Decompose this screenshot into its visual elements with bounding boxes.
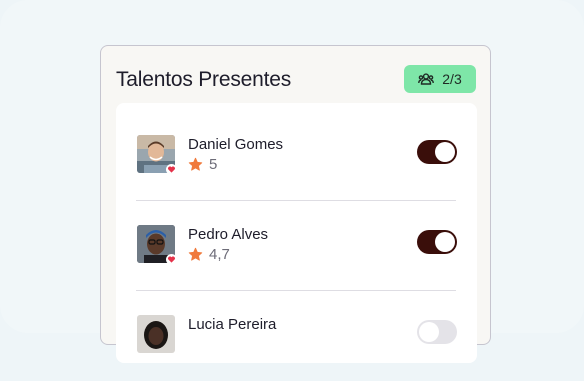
talent-rating: 4,7 <box>188 246 230 263</box>
talent-name: Daniel Gomes <box>188 136 284 153</box>
toggle-knob <box>435 232 455 252</box>
avatar <box>137 135 177 175</box>
talent-name: Lucia Pereira <box>188 316 277 333</box>
talent-rating: 5 <box>188 156 217 173</box>
divider <box>136 200 456 201</box>
list-item: Lucia Pereira <box>136 311 457 381</box>
heart-icon <box>166 254 177 265</box>
group-icon <box>418 72 435 86</box>
star-icon <box>188 157 203 171</box>
presence-count-badge: 2/3 <box>404 65 476 93</box>
list-item: Daniel Gomes 5 <box>136 131 457 201</box>
talent-list: Daniel Gomes 5 Pedro Alves 4,7 Lucia Per… <box>116 103 477 363</box>
talents-card: Talentos Presentes 2/3 Daniel Gomes 5 Pe… <box>100 45 491 363</box>
list-item: Pedro Alves 4,7 <box>136 221 457 291</box>
divider <box>136 290 456 291</box>
presence-toggle[interactable] <box>417 230 457 254</box>
avatar <box>137 225 177 265</box>
toggle-knob <box>419 322 439 342</box>
heart-icon <box>166 164 177 175</box>
presence-toggle[interactable] <box>417 140 457 164</box>
card-title: Talentos Presentes <box>116 68 292 91</box>
rating-value: 5 <box>209 156 218 173</box>
presence-count: 2/3 <box>442 71 462 87</box>
talent-name: Pedro Alves <box>188 226 269 243</box>
presence-toggle[interactable] <box>417 320 457 344</box>
rating-value: 4,7 <box>209 246 230 263</box>
toggle-knob <box>435 142 455 162</box>
star-icon <box>188 247 203 261</box>
avatar <box>137 315 175 353</box>
